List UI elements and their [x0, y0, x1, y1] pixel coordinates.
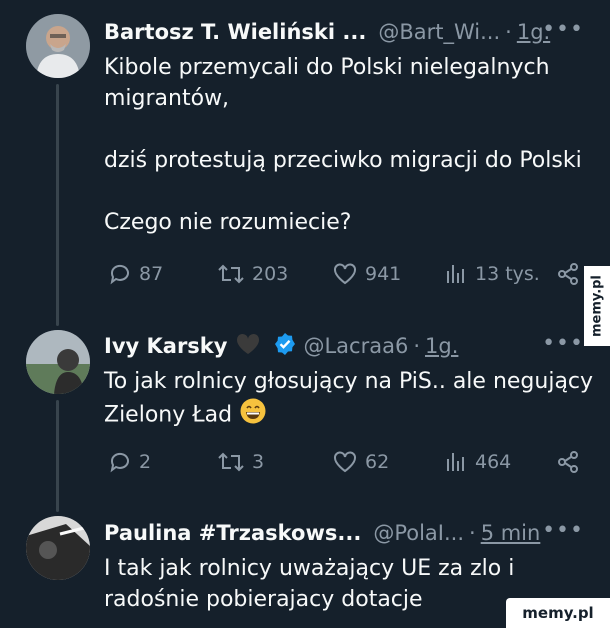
tweet-header: Bartosz T. Wieliński ... @Bart_Wi... · 1…	[104, 17, 550, 47]
text-line-blank	[104, 176, 594, 207]
more-horizontal-icon[interactable]: •••	[542, 17, 584, 42]
thread-line	[56, 84, 59, 326]
like-count: 62	[365, 451, 390, 473]
reply-icon	[110, 452, 129, 473]
separator-dot: ·	[505, 20, 512, 44]
author-handle[interactable]: @Bart_Wi...	[378, 20, 500, 44]
tweet-text: To jak rolnicy głosujący na PiS.. ale ne…	[104, 366, 594, 434]
repost-icon	[218, 264, 244, 284]
more-horizontal-icon[interactable]: •••	[542, 331, 584, 356]
like-button[interactable]: 62	[332, 450, 389, 474]
bar-chart-icon	[447, 453, 464, 471]
text-line-blank	[104, 114, 594, 145]
black-heart-icon	[235, 332, 261, 361]
share-button[interactable]	[556, 262, 587, 286]
more-horizontal-icon[interactable]: •••	[542, 518, 584, 543]
heart-icon	[334, 451, 356, 473]
repost-icon	[218, 452, 244, 472]
text-line: dziś protestują przeciwko migracji do Po…	[104, 148, 582, 173]
repost-count: 3	[252, 451, 265, 473]
tweet-actions: 87 203 941 13 tys.	[104, 262, 584, 292]
separator-dot: ·	[469, 521, 476, 545]
repost-button[interactable]: 3	[217, 450, 264, 474]
timestamp[interactable]: 5 min	[481, 521, 541, 545]
verified-badge-icon	[273, 332, 297, 361]
heart-icon	[334, 263, 356, 285]
tweet-header: Paulina #Trzaskows... @PolaI... · 5 min	[104, 518, 540, 548]
timestamp[interactable]: 1g.	[425, 334, 458, 358]
text-line: To jak rolnicy głosujący na PiS.. ale ne…	[104, 369, 594, 394]
avatar[interactable]	[26, 516, 90, 580]
grinning-emoji-icon	[239, 397, 267, 434]
view-count: 464	[475, 451, 512, 473]
text-line: Kibole przemycali do Polski nielegalnych	[104, 55, 550, 80]
bar-chart-icon	[447, 265, 464, 283]
author-handle[interactable]: @PolaI...	[373, 521, 464, 545]
repost-count: 203	[252, 263, 289, 285]
author-handle[interactable]: @Lacraa6	[303, 334, 408, 358]
reply-button[interactable]: 2	[108, 450, 151, 474]
avatar[interactable]	[26, 14, 90, 78]
reply-button[interactable]: 87	[108, 262, 163, 286]
watermark-text: memy.pl	[589, 275, 605, 337]
share-icon	[558, 263, 578, 285]
author-name[interactable]: Bartosz T. Wieliński ...	[104, 20, 366, 44]
reply-count: 87	[139, 263, 164, 285]
author-name[interactable]: Ivy Karsky	[104, 334, 227, 358]
watermark-bottom: memy.pl	[506, 598, 610, 628]
like-count: 941	[365, 263, 402, 285]
separator-dot: ·	[413, 334, 421, 358]
tweet-actions: 2 3 62 464	[104, 450, 584, 480]
watermark-side: memy.pl	[584, 266, 610, 346]
share-icon	[558, 451, 578, 473]
views-button[interactable]: 464	[444, 450, 511, 474]
thread-line	[56, 400, 59, 512]
text-line: Zielony Ład	[104, 402, 233, 428]
like-button[interactable]: 941	[332, 262, 401, 286]
text-line: I tak jak rolnicy uważający UE za zlo i	[104, 556, 515, 581]
views-button[interactable]: 13 tys.	[444, 262, 540, 286]
author-name[interactable]: Paulina #Trzaskows...	[104, 521, 361, 545]
text-line: migrantów,	[104, 86, 230, 111]
tweet-text: Kibole przemycali do Polski nielegalnych…	[104, 52, 594, 238]
share-button[interactable]	[556, 450, 587, 474]
repost-button[interactable]: 203	[217, 262, 288, 286]
tweet-header: Ivy Karsky @Lacraa6 · 1g.	[104, 331, 458, 361]
view-count: 13 tys.	[475, 263, 540, 285]
avatar[interactable]	[26, 330, 90, 394]
reply-count: 2	[139, 451, 152, 473]
text-line: Czego nie rozumiecie?	[104, 210, 352, 235]
reply-icon	[110, 264, 129, 285]
watermark-text: memy.pl	[522, 604, 594, 622]
